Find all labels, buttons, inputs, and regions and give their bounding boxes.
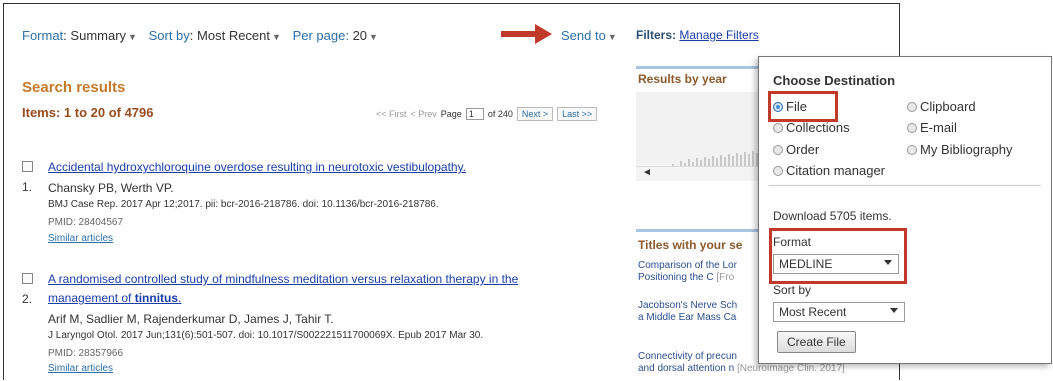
titles-with-terms-title: Titles with your se (638, 238, 743, 252)
send-to-menu[interactable]: Send to ▼ (561, 28, 617, 43)
send-to-label: Send to (561, 28, 606, 43)
destination-order-option[interactable]: Order (773, 142, 819, 157)
sidebar-divider (636, 229, 761, 232)
chevron-down-icon: ▼ (607, 32, 617, 42)
result-checkbox[interactable] (22, 161, 33, 172)
last-page-button[interactable]: Last >> (557, 107, 598, 121)
result-number: 2. (22, 292, 33, 306)
pagination: << First < Prev Page 1 of 240 Next > Las… (376, 107, 598, 121)
manage-filters-link[interactable]: Manage Filters (679, 28, 758, 42)
highlight-box-format (769, 228, 907, 284)
send-to-popup: Choose Destination File Clipboard Collec… (758, 56, 1052, 364)
display-settings-bar: Format: Summary ▼ Sort by: Most Recent ▼ P… (22, 28, 386, 43)
red-arrow-icon (501, 24, 552, 44)
choose-destination-heading: Choose Destination (773, 73, 896, 88)
sortby-select[interactable]: Most Recent (773, 302, 905, 322)
chevron-down-icon (890, 308, 898, 313)
sort-menu[interactable]: Sort by: Most Recent ▼ (149, 28, 281, 43)
radio-icon[interactable] (907, 144, 917, 155)
sidebar-divider (636, 66, 761, 69)
result-pmid: PMID: 28404567 (48, 217, 124, 228)
sort-value: Most Recent (197, 28, 271, 43)
page-input[interactable]: 1 (465, 108, 484, 120)
scroll-left-icon[interactable]: ◄ (642, 167, 652, 178)
result-authors: Chansky PB, Werth VP. (48, 181, 174, 195)
similar-articles-link[interactable]: Similar articles (48, 233, 113, 244)
popup-divider (769, 185, 1041, 186)
sort-label: Sort by (148, 28, 190, 43)
destination-bibliography-option[interactable]: My Bibliography (907, 142, 1013, 157)
perpage-menu[interactable]: Per page: 20 ▼ (293, 28, 378, 43)
format-value: Summary (70, 28, 127, 43)
radio-icon[interactable] (907, 122, 917, 133)
first-page-link[interactable]: << First (376, 109, 407, 119)
chevron-down-icon: ▼ (272, 32, 281, 42)
results-by-year-title: Results by year (638, 72, 727, 86)
search-results-title: Search results (22, 79, 126, 96)
result-citation: BMJ Case Rep. 2017 Apr 12;2017. pii: bcr… (48, 199, 439, 210)
results-by-year-graph[interactable] (636, 92, 761, 174)
radio-icon[interactable] (773, 122, 783, 133)
chevron-down-icon: ▼ (369, 32, 378, 42)
chevron-down-icon: ▼ (128, 32, 137, 42)
items-count: Items: 1 to 20 of 4796 (22, 105, 154, 120)
create-file-button[interactable]: Create File (777, 331, 856, 353)
prev-page-link[interactable]: < Prev (411, 109, 437, 119)
next-page-button[interactable]: Next > (516, 107, 554, 121)
result-title-link[interactable]: Accidental hydroxychloroquine overdose r… (48, 160, 466, 174)
page-label: Page (440, 109, 462, 119)
perpage-value: 20 (352, 28, 368, 43)
radio-icon[interactable] (773, 144, 783, 155)
format-menu[interactable]: Format: Summary ▼ (22, 28, 137, 43)
radio-icon[interactable] (907, 101, 917, 112)
radio-icon[interactable] (773, 165, 783, 176)
filters-bar: Filters: Manage Filters (636, 28, 759, 42)
destination-clipboard-option[interactable]: Clipboard (907, 99, 976, 114)
result-number: 1. (22, 180, 33, 194)
titles-list-item[interactable]: Comparison of the Lor Positioning the C … (638, 260, 737, 284)
result-title-link-line2[interactable]: management of tinnitus. (48, 291, 181, 305)
filters-label: Filters: (636, 28, 677, 42)
destination-citation-manager-option[interactable]: Citation manager (773, 163, 885, 178)
sortby-label: Sort by (773, 283, 812, 297)
page-total: of 240 (487, 109, 513, 119)
graph-scrollbar[interactable]: ◄ (636, 166, 761, 181)
result-authors: Arif M, Sadlier M, Rajenderkumar D, Jame… (48, 312, 334, 326)
result-pmid: PMID: 28357966 (48, 348, 124, 359)
result-citation: J Laryngol Otol. 2017 Jun;131(6):501-507… (48, 330, 484, 341)
format-label: Format (22, 28, 64, 43)
result-title-link[interactable]: A randomised controlled study of mindful… (48, 272, 518, 286)
highlight-box-file (768, 91, 838, 122)
titles-list-item[interactable]: Jacobson's Nerve Sch a Middle Ear Mass C… (638, 300, 737, 324)
highlight-term: tinnitus (134, 291, 179, 305)
similar-articles-link[interactable]: Similar articles (48, 363, 113, 374)
destination-collections-option[interactable]: Collections (773, 120, 850, 135)
result-checkbox[interactable] (22, 273, 33, 284)
perpage-label: Per page (292, 28, 346, 43)
download-count-text: Download 5705 items. (773, 209, 892, 223)
destination-email-option[interactable]: E-mail (907, 120, 957, 135)
